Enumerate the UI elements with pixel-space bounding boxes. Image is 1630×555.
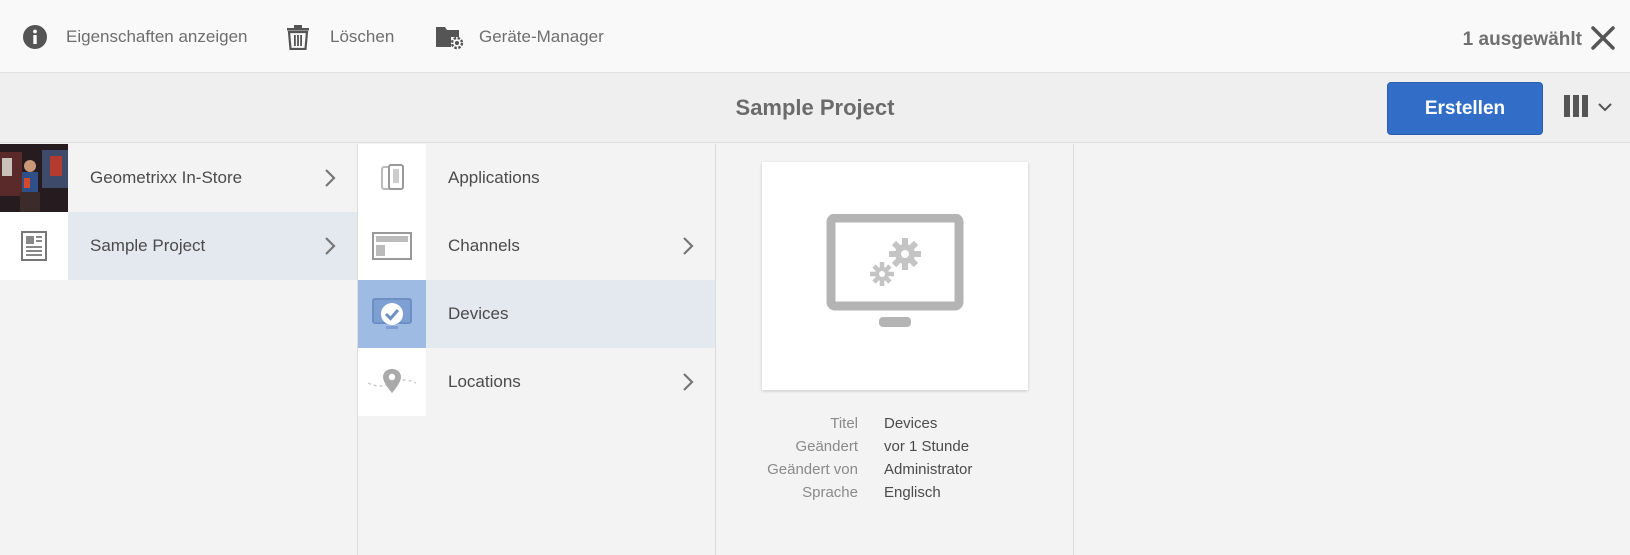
list-item-label: Locations: [448, 372, 521, 391]
monitor-gears-icon: [825, 213, 965, 339]
meta-key: Geändert von: [767, 461, 858, 478]
list-item-label: Devices: [448, 304, 509, 323]
chevron-down-icon: [1598, 99, 1612, 117]
close-icon[interactable]: [1588, 23, 1618, 53]
preview-metadata: Titel Devices Geändert vor 1 Stunde Geän…: [716, 412, 1074, 504]
list-item-label: Geometrixx In-Store: [90, 168, 243, 187]
delete-label: Löschen: [330, 26, 395, 46]
action-bar: Eigenschaften anzeigen Löschen Geräte-Ma…: [0, 0, 1630, 73]
meta-key: Sprache: [802, 484, 858, 501]
column-view-icon: [1564, 94, 1590, 123]
page-title: Sample Project: [735, 95, 895, 120]
geometrixx-thumbnail: [0, 144, 68, 212]
list-item-channels[interactable]: Channels: [358, 212, 715, 280]
device-manager-label: Geräte-Manager: [479, 26, 604, 46]
location-pin-icon: [358, 348, 426, 416]
chevron-right-icon: [681, 372, 695, 392]
chevron-right-icon: [323, 168, 337, 188]
meta-row-language: Sprache Englisch: [716, 481, 1074, 504]
info-icon: [22, 24, 66, 50]
list-item-label: Applications: [448, 168, 540, 187]
column-1: Geometrixx In-Store Sample Project: [0, 144, 358, 555]
document-icon: [0, 212, 68, 280]
meta-row-title: Titel Devices: [716, 412, 1074, 435]
meta-row-modified: Geändert vor 1 Stunde: [716, 435, 1074, 458]
meta-key: Titel: [830, 415, 858, 432]
selection-count: 1 ausgewählt: [1462, 29, 1582, 50]
show-properties-action[interactable]: Eigenschaften anzeigen: [22, 0, 247, 73]
device-manager-action[interactable]: Geräte-Manager: [435, 0, 604, 73]
empty-column: [1074, 144, 1630, 555]
view-switcher[interactable]: [1564, 93, 1620, 123]
create-button[interactable]: Erstellen: [1387, 82, 1543, 135]
list-item-locations[interactable]: Locations: [358, 348, 715, 416]
meta-key: Geändert: [795, 438, 858, 455]
preview-column: Titel Devices Geändert vor 1 Stunde Geän…: [716, 144, 1074, 555]
show-properties-label: Eigenschaften anzeigen: [66, 26, 248, 46]
layout-icon: [358, 212, 426, 280]
chevron-right-icon: [323, 236, 337, 256]
monitor-check-icon: [358, 280, 426, 348]
title-bar: Sample Project Erstellen: [0, 73, 1630, 143]
list-item-geometrixx-in-store[interactable]: Geometrixx In-Store: [0, 144, 357, 212]
chevron-right-icon: [681, 236, 695, 256]
delete-action[interactable]: Löschen: [286, 0, 394, 73]
list-item-label: Sample Project: [90, 236, 206, 255]
folder-gear-icon: [435, 23, 479, 51]
devices-icon: [358, 144, 426, 212]
meta-row-modified-by: Geändert von Administrator: [716, 458, 1074, 481]
meta-value: vor 1 Stunde: [884, 438, 970, 455]
list-item-devices[interactable]: Devices: [358, 280, 715, 348]
list-item-sample-project[interactable]: Sample Project: [0, 212, 357, 280]
meta-value: Devices: [884, 415, 938, 432]
meta-value: Administrator: [884, 461, 973, 478]
column-2: Applications Channels Devices Locations: [358, 144, 716, 555]
meta-value: Englisch: [884, 484, 941, 501]
list-item-applications[interactable]: Applications: [358, 144, 715, 212]
trash-icon: [286, 24, 330, 50]
preview-card: [762, 162, 1028, 390]
list-item-label: Channels: [448, 236, 520, 255]
